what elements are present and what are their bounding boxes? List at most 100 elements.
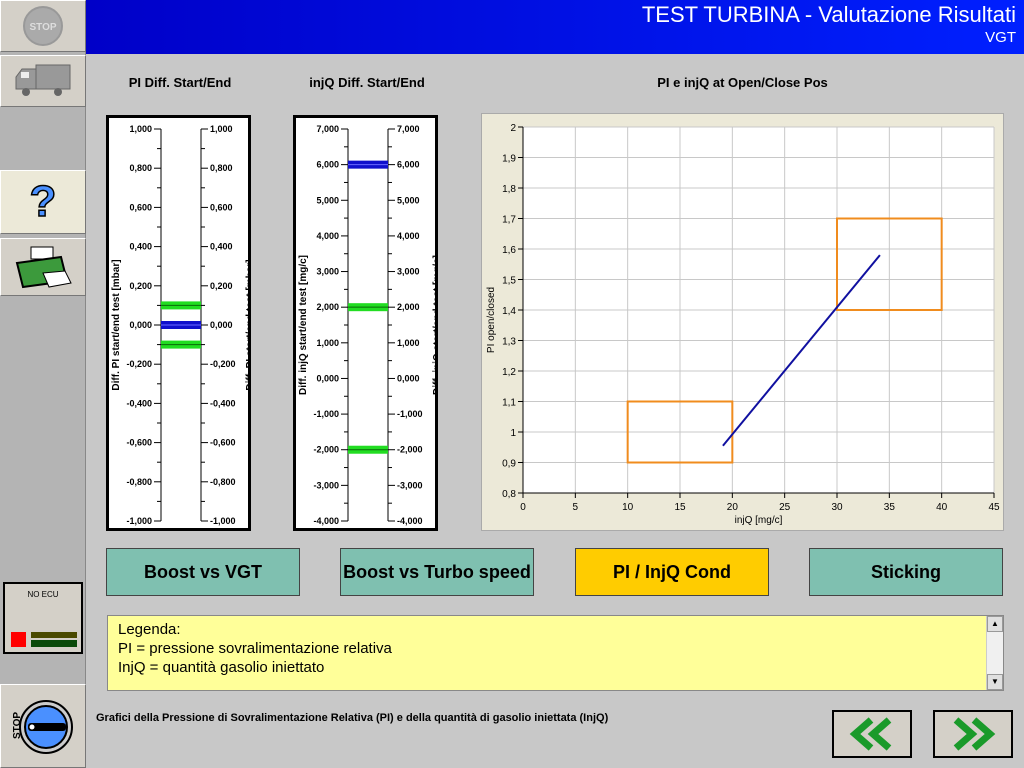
y-tick-label: 1,6	[502, 245, 516, 256]
question-icon: ?	[29, 176, 57, 227]
gauge-injq: 7,000 7,000 6,000 6,000 5,000 5,000 4,000 4,000…	[293, 115, 438, 531]
pi-injq-cond-button[interactable]: PI / InjQ Cond	[575, 548, 769, 596]
y-tick-label: 1,1	[502, 398, 516, 409]
tick-label: 0,000	[397, 373, 420, 383]
tick-label: 0,400	[210, 242, 233, 252]
tick-label: -2,000	[397, 445, 423, 455]
y-tick-label: 2	[510, 123, 516, 134]
tick-label: 0,400	[129, 242, 152, 252]
print-button[interactable]	[0, 238, 86, 296]
tick-label: -0,800	[210, 477, 236, 487]
stop-button[interactable]: STOP	[0, 0, 86, 52]
sticking-button[interactable]: Sticking	[809, 548, 1003, 596]
tick-label: 1,000	[129, 124, 152, 134]
tick-label: 7,000	[397, 124, 420, 134]
legend-line: PI = pressione sovralimentazione relativ…	[118, 640, 392, 657]
tick-label: 0,600	[210, 202, 233, 212]
gauge-pi: 1,000 1,000 0,800 0,800 0,600 0,600 0,400 0,400…	[106, 115, 251, 531]
x-tick-label: 0	[520, 502, 526, 513]
truck-icon	[15, 64, 71, 96]
tick-label: -1,000	[313, 409, 339, 419]
tick-label: 6,000	[397, 160, 420, 170]
legend-scrollbar[interactable]: ▲ ▼	[986, 616, 1003, 690]
svg-text:STOP: STOP	[29, 22, 56, 33]
ecu-red-indicator	[11, 632, 26, 647]
tick-label: 5,000	[316, 195, 339, 205]
tick-label: -0,600	[210, 438, 236, 448]
tick-label: 0,800	[129, 163, 152, 173]
tick-label: -3,000	[313, 480, 339, 490]
key-switch-icon: STOP	[12, 700, 73, 754]
tick-label: 0,200	[210, 281, 233, 291]
tick-label: 4,000	[397, 231, 420, 241]
y-tick-label: 1,8	[502, 184, 516, 195]
printer-icon	[15, 246, 72, 289]
page-title: TEST TURBINA - Valutazione Risultati	[641, 2, 1016, 27]
page-subtitle: VGT	[985, 29, 1016, 46]
boost-vs-vgt-button[interactable]: Boost vs VGT	[106, 548, 300, 596]
tick-label: -0,400	[210, 398, 236, 408]
axis-label: Diff. injQ start/end test [mg/c]	[432, 255, 435, 395]
y-tick-label: 1,9	[502, 154, 516, 165]
y-axis-label: PI open/closed	[486, 287, 497, 353]
axis-label: Diff. PI start/end test [mbar]	[245, 259, 248, 390]
x-tick-label: 25	[779, 502, 791, 513]
tick-label: -1,000	[397, 409, 423, 419]
x-axis-label: injQ [mg/c]	[735, 515, 783, 526]
scroll-up-icon[interactable]: ▲	[987, 616, 1003, 632]
tick-label: -3,000	[397, 480, 423, 490]
boost-vs-turbo-speed-button[interactable]: Boost vs Turbo speed	[340, 548, 534, 596]
x-tick-label: 35	[884, 502, 896, 513]
vehicle-button[interactable]	[0, 55, 86, 107]
ecu-bar	[31, 640, 77, 647]
tick-label: -0,400	[126, 398, 152, 408]
y-tick-label: 0,9	[502, 459, 516, 470]
ecu-status-label: NO ECU	[27, 590, 59, 599]
y-tick-label: 1	[510, 428, 516, 439]
tick-label: -0,200	[210, 359, 236, 369]
tick-label: 1,000	[316, 338, 339, 348]
tick-label: -2,000	[313, 445, 339, 455]
legend-line: Legenda:	[118, 621, 181, 638]
key-stop-button[interactable]: STOP	[0, 684, 86, 768]
x-tick-label: 40	[936, 502, 948, 513]
stop-icon: STOP	[23, 6, 63, 46]
y-tick-label: 1,2	[502, 367, 516, 378]
tick-label: -1,000	[126, 516, 152, 526]
tick-label: 0,200	[129, 281, 152, 291]
help-button[interactable]: ?	[0, 170, 86, 234]
double-chevron-left-icon	[849, 717, 892, 751]
ecu-status-panel: NO ECU	[3, 582, 83, 654]
svg-text:STOP: STOP	[12, 712, 23, 739]
header: TEST TURBINA - Valutazione Risultati VGT	[86, 0, 1024, 54]
back-button[interactable]	[832, 710, 912, 758]
tick-label: 0,000	[210, 320, 233, 330]
tick-label: 0,800	[210, 163, 233, 173]
tick-label: 7,000	[316, 124, 339, 134]
scroll-down-icon[interactable]: ▼	[987, 674, 1003, 690]
y-tick-label: 1,5	[502, 276, 516, 287]
tick-label: -0,600	[126, 438, 152, 448]
tick-label: 6,000	[316, 160, 339, 170]
y-tick-label: 1,3	[502, 337, 516, 348]
tick-label: 2,000	[316, 302, 339, 312]
y-tick-label: 1,7	[502, 215, 516, 226]
forward-button[interactable]	[933, 710, 1013, 758]
gauge-injq-title: injQ Diff. Start/End	[309, 75, 425, 90]
legend-line: InjQ = quantità gasolio iniettato	[118, 659, 325, 676]
x-tick-label: 30	[831, 502, 843, 513]
pi-injq-chart: 0 5 10 15 20 25 30 35 40 45 0,8 0,9 1 1,1 1,2 1,3 1,4 1,5…	[481, 113, 1004, 531]
tick-label: 1,000	[210, 124, 233, 134]
tick-label: -1,000	[210, 516, 236, 526]
tick-label: 0,600	[129, 202, 152, 212]
tick-label: -4,000	[313, 516, 339, 526]
tick-label: 4,000	[316, 231, 339, 241]
y-tick-label: 0,8	[502, 489, 516, 500]
sidebar: STOP ? NO ECU STOP	[0, 0, 86, 768]
x-tick-label: 5	[573, 502, 579, 513]
axis-label: Diff. PI start/end test [mbar]	[111, 259, 122, 390]
tick-label: 3,000	[397, 267, 420, 277]
gauge-pi-title: PI Diff. Start/End	[128, 75, 232, 90]
legend-box: Legenda: PI = pressione sovralimentazion…	[107, 615, 1004, 691]
tick-label: 0,000	[316, 373, 339, 383]
